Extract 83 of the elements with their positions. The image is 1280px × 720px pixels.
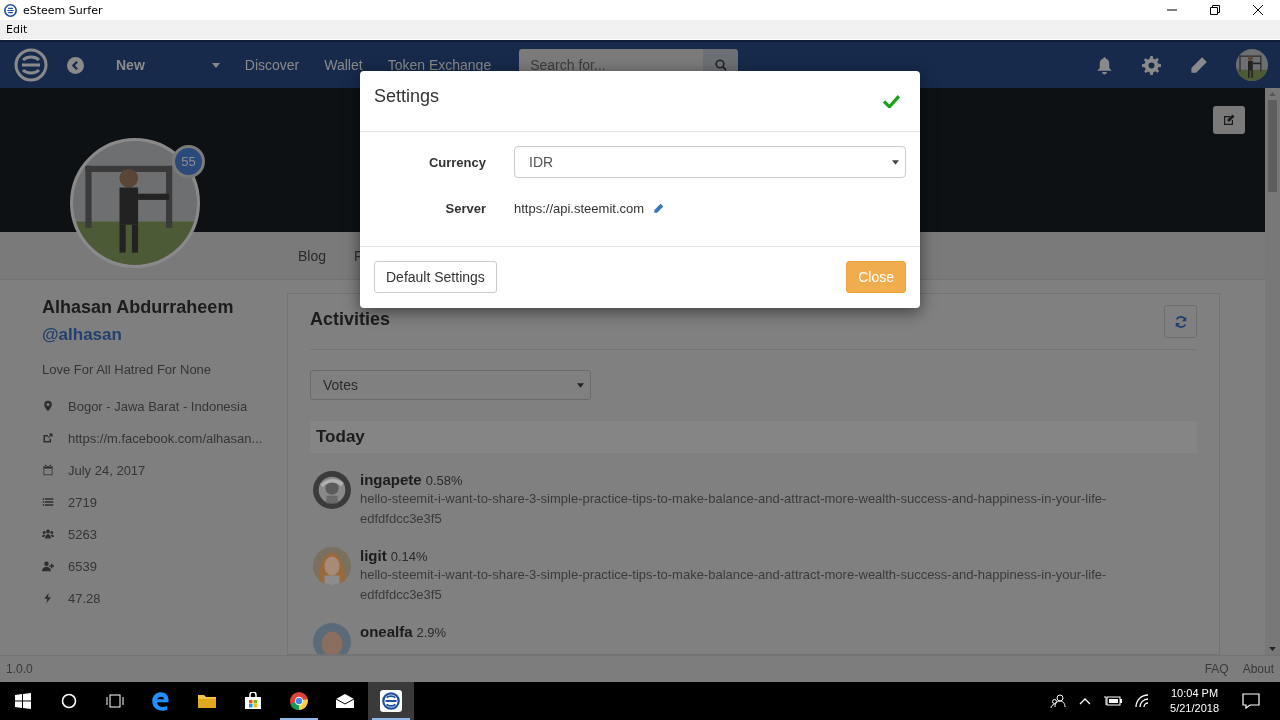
logo-icon[interactable] bbox=[14, 48, 48, 82]
nav-link[interactable]: Discover bbox=[244, 57, 300, 73]
dialog-title: Settings bbox=[374, 85, 440, 107]
vote-percent: 2.9% bbox=[416, 625, 447, 640]
scroll-thumb[interactable] bbox=[1268, 100, 1277, 192]
voter-name[interactable]: onealfa bbox=[360, 623, 413, 640]
profile-detail: July 24, 2017 bbox=[68, 462, 146, 478]
field-label: Currency bbox=[427, 154, 486, 170]
bolt-icon bbox=[42, 592, 54, 604]
window-title: eSteem Surfer bbox=[23, 3, 103, 17]
field-label: Server bbox=[444, 200, 486, 216]
folder-icon bbox=[197, 693, 217, 709]
people-icon[interactable] bbox=[1050, 693, 1067, 709]
browser-e-icon bbox=[151, 691, 171, 711]
footer-link[interactable]: About bbox=[1242, 662, 1274, 676]
post-link[interactable]: hello-steemit-i-want-to-share-3-simple-practice-tips-to-make-balance-and-attract-more-wealth-success-and-happiness-in-your-life-edfdfdcc3e3f5 bbox=[360, 565, 1120, 605]
profile-detail: Bogor - Jawa Barat - Indonesia bbox=[68, 398, 248, 414]
clock-time[interactable]: 10:04 PM bbox=[1171, 686, 1219, 701]
profile-tab[interactable]: Blog bbox=[298, 247, 327, 264]
profile-name: Alhasan Abdurraheem bbox=[42, 297, 235, 318]
caret-icon[interactable] bbox=[211, 62, 220, 68]
profile-detail: 6539 bbox=[68, 558, 97, 574]
menu-item[interactable]: Edit bbox=[6, 23, 28, 36]
clock-date[interactable]: 5/21/2018 bbox=[1170, 701, 1219, 716]
post-link[interactable]: hello-steemit-i-want-to-share-3-simple-practice-tips-to-make-balance-and-attract-more-wealth-success-and-happiness-in-your-life-edfdfdcc3e3f5 bbox=[360, 489, 1120, 529]
footer-link[interactable]: FAQ bbox=[1204, 662, 1229, 676]
user-plus-icon bbox=[42, 560, 54, 572]
chevron-up-icon[interactable] bbox=[1079, 697, 1092, 705]
chrome-icon bbox=[289, 691, 309, 711]
back-icon[interactable] bbox=[67, 56, 84, 74]
currency-select[interactable]: IDR bbox=[514, 146, 906, 178]
running-indicator bbox=[372, 718, 410, 720]
scrollbar[interactable] bbox=[1265, 88, 1280, 655]
nav-link[interactable]: Token Exchange bbox=[387, 57, 492, 73]
profile-detail: 2719 bbox=[68, 494, 97, 510]
caret-icon bbox=[892, 159, 899, 165]
edit-cover-button[interactable] bbox=[1213, 106, 1245, 134]
notification-icon[interactable] bbox=[1242, 693, 1260, 709]
external-link-icon bbox=[42, 432, 54, 444]
nav-link[interactable]: Wallet bbox=[324, 57, 363, 73]
website-link[interactable]: https://m.facebook.com/alhasan... bbox=[68, 430, 263, 446]
version-label: 1.0.0 bbox=[6, 662, 33, 676]
circle-icon bbox=[61, 693, 77, 709]
card-title: Activities bbox=[310, 309, 391, 330]
refresh-button[interactable] bbox=[1164, 305, 1197, 338]
windows-logo-icon bbox=[15, 693, 31, 709]
profile-about: Love For All Hatred For None bbox=[42, 362, 213, 377]
pencil-icon[interactable] bbox=[1189, 55, 1208, 75]
close-icon[interactable] bbox=[1253, 5, 1263, 15]
edit-icon bbox=[1223, 114, 1235, 126]
bell-icon[interactable] bbox=[1095, 55, 1114, 75]
running-indicator bbox=[280, 718, 318, 720]
vote-percent: 0.58% bbox=[425, 473, 463, 488]
filter-select[interactable]: Votes bbox=[310, 370, 591, 400]
voter-name[interactable]: ingapete bbox=[360, 471, 422, 488]
scroll-down-icon[interactable] bbox=[1269, 647, 1276, 651]
task-view-icon bbox=[105, 693, 125, 709]
profile-detail: 5263 bbox=[68, 526, 97, 542]
app-e-icon bbox=[380, 690, 402, 712]
feed-dropdown[interactable]: New bbox=[116, 57, 145, 73]
checkmark-icon[interactable] bbox=[883, 94, 900, 108]
map-pin-icon bbox=[42, 400, 54, 412]
list-icon bbox=[42, 496, 54, 508]
group-header: Today bbox=[310, 421, 1197, 453]
settings-icon[interactable] bbox=[1142, 55, 1161, 75]
voter-name[interactable]: ligit bbox=[360, 547, 387, 564]
caret-icon bbox=[577, 382, 584, 388]
battery-icon[interactable] bbox=[1104, 695, 1123, 707]
pencil-icon[interactable] bbox=[653, 202, 665, 214]
users-icon bbox=[42, 528, 54, 540]
taskbar-button[interactable] bbox=[368, 682, 414, 720]
app-icon bbox=[4, 3, 17, 17]
server-value: https://api.steemit.com bbox=[514, 200, 645, 216]
shopping-bag-icon bbox=[244, 692, 262, 710]
profile-detail: 47.28 bbox=[68, 590, 101, 606]
restore-icon[interactable] bbox=[1210, 5, 1220, 15]
vote-percent: 0.14% bbox=[390, 549, 428, 564]
calendar-icon bbox=[42, 464, 54, 476]
refresh-icon bbox=[1173, 314, 1188, 329]
default-settings-button[interactable]: Default Settings bbox=[374, 261, 497, 293]
envelope-icon bbox=[335, 693, 355, 709]
profile-username[interactable]: @alhasan bbox=[42, 325, 287, 345]
search-icon bbox=[714, 59, 727, 71]
